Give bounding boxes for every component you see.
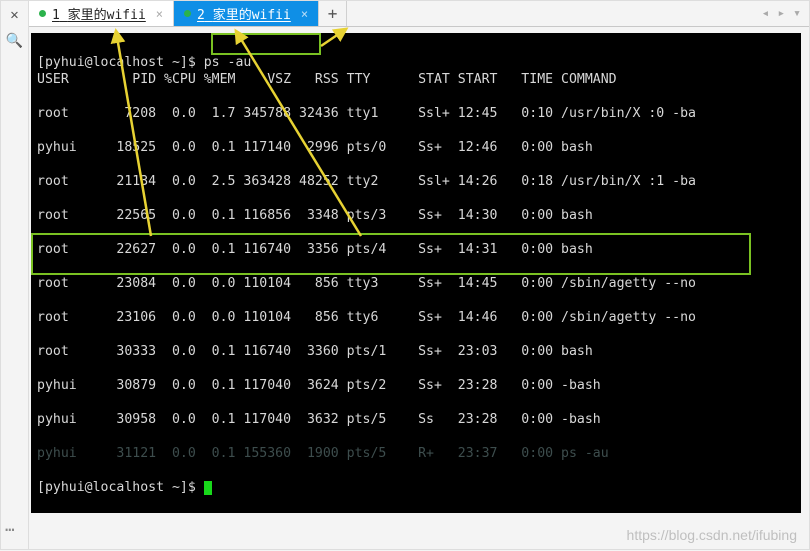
tab-2[interactable]: 2 家里的wifii × [174, 1, 319, 26]
search-icon[interactable]: 🔍 [5, 31, 25, 51]
nav-next-icon[interactable]: ▸ [777, 6, 785, 21]
ps-row: root 7208 0.0 1.7 345788 32436 tty1 Ssl+… [37, 105, 795, 122]
tab-menu-icon[interactable]: ▾ [793, 6, 801, 21]
ps-row: root 23084 0.0 0.0 110104 856 tty3 Ss+ 1… [37, 275, 795, 292]
prompt-line: [pyhui@localhost ~]$ [37, 480, 212, 495]
close-icon[interactable]: ✕ [5, 5, 25, 25]
ellipsis-icon: … [5, 516, 15, 535]
tab-label: 2 家里的wifii [197, 4, 291, 23]
status-dot-icon [184, 10, 191, 17]
terminal-pane: [pyhui@localhost ~]$ ps -au USER PID %CP… [29, 31, 803, 549]
ps-row-highlighted: pyhui 30879 0.0 0.1 117040 3624 pts/2 Ss… [37, 377, 795, 394]
tab-1[interactable]: 1 家里的wifii × [29, 1, 174, 26]
tab-close-icon[interactable]: × [156, 7, 163, 21]
tab-bar: 1 家里的wifii × 2 家里的wifii × + ◂ ▸ ▾ [29, 1, 809, 27]
ps-row: root 30333 0.0 0.1 116740 3360 pts/1 Ss+… [37, 343, 795, 360]
ps-row: root 22627 0.0 0.1 116740 3356 pts/4 Ss+… [37, 241, 795, 258]
ps-row: root 21134 0.0 2.5 363428 48252 tty2 Ssl… [37, 173, 795, 190]
watermark-text: https://blog.csdn.net/ifubing [627, 527, 797, 543]
ps-row: root 22565 0.0 0.1 116856 3348 pts/3 Ss+… [37, 207, 795, 224]
tab-nav: ◂ ▸ ▾ [754, 1, 809, 26]
ps-row: root 23106 0.0 0.0 110104 856 tty6 Ss+ 1… [37, 309, 795, 326]
left-gutter: ✕ 🔍 [1, 1, 29, 549]
terminal[interactable]: [pyhui@localhost ~]$ ps -au USER PID %CP… [31, 33, 801, 513]
tab-close-icon[interactable]: × [301, 7, 308, 21]
prompt-line: [pyhui@localhost ~]$ ps -au [37, 55, 251, 70]
status-dot-icon [39, 10, 46, 17]
cursor-icon [204, 481, 212, 495]
ps-row: pyhui 18525 0.0 0.1 117140 2996 pts/0 Ss… [37, 139, 795, 156]
new-tab-button[interactable]: + [319, 1, 347, 26]
tab-label: 1 家里的wifii [52, 4, 146, 23]
ps-row-highlighted: pyhui 30958 0.0 0.1 117040 3632 pts/5 Ss… [37, 411, 795, 428]
ps-header: USER PID %CPU %MEM VSZ RSS TTY STAT STAR… [37, 71, 795, 88]
ps-row: pyhui 31121 0.0 0.1 155360 1900 pts/5 R+… [37, 445, 795, 462]
nav-prev-icon[interactable]: ◂ [762, 6, 770, 21]
command-text: ps -au [204, 55, 252, 70]
